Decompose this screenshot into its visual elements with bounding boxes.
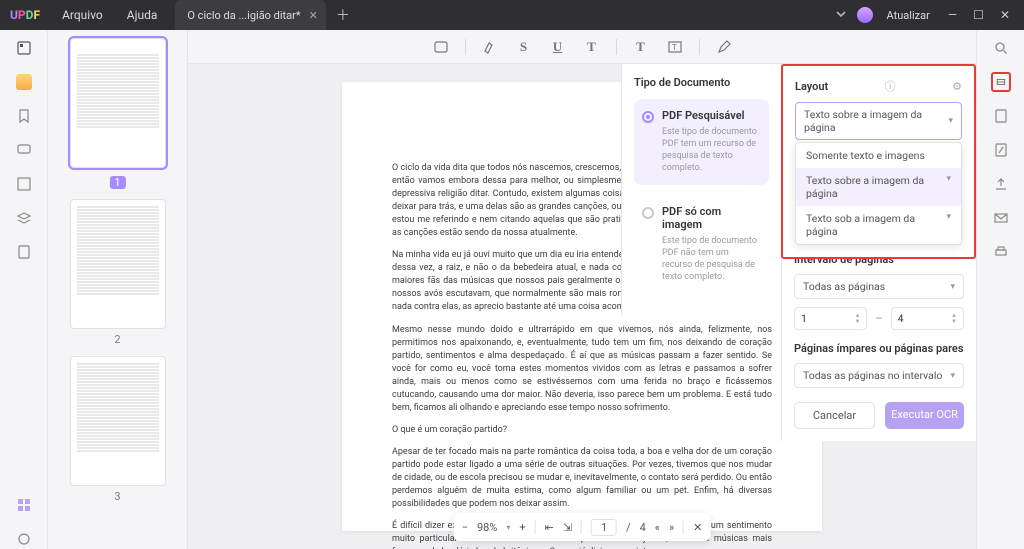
chevron-down-icon: ▾	[948, 116, 953, 126]
thumbnail-panel: 1 2 3	[48, 30, 188, 549]
pencil-icon[interactable]	[714, 39, 734, 55]
parity-heading: Páginas ímpares ou páginas pares	[794, 342, 964, 355]
grid-icon[interactable]	[14, 495, 34, 515]
jump-back-icon[interactable]: «	[655, 521, 660, 534]
range-select[interactable]: Todas as páginas▾	[794, 274, 964, 299]
layout-dropdown: Somente texto e imagens Texto sobre a im…	[795, 142, 962, 245]
add-tab-button[interactable]: ＋	[336, 5, 350, 25]
textbox-icon[interactable]: T	[665, 39, 685, 55]
fit-page-icon[interactable]: ⇲	[563, 521, 572, 534]
run-ocr-button[interactable]: Executar OCR	[885, 402, 964, 429]
text-icon[interactable]: T	[631, 39, 651, 55]
app-logo: UPDF	[0, 8, 50, 22]
menu-help[interactable]: Ajuda	[115, 8, 170, 22]
layout-heading: Layout	[795, 80, 828, 93]
doctype-imageonly[interactable]: PDF só com imagem Este tipo de documento…	[634, 195, 769, 294]
zoom-value: 98%	[477, 521, 497, 534]
annotation-toolbar: S U T T T	[188, 30, 976, 64]
strikethrough-icon[interactable]: S	[514, 39, 534, 55]
left-rail	[0, 30, 48, 549]
parity-select[interactable]: Todas as páginas no intervalo▾	[794, 363, 964, 388]
underline-icon[interactable]: U	[548, 39, 568, 55]
thumbnail-number-3: 3	[56, 490, 179, 503]
thumbnail-number-1: 1	[109, 176, 125, 189]
update-button[interactable]: Atualizar	[881, 7, 936, 24]
ocr-settings-panel: Detectar Resolução Ótima Intervalo de pá…	[781, 230, 976, 441]
range-from[interactable]: 1▲▼	[794, 307, 867, 330]
search-icon[interactable]	[991, 38, 1011, 58]
doctype-title: PDF Pesquisável	[662, 109, 757, 122]
cancel-button[interactable]: Cancelar	[794, 402, 875, 429]
squiggly-icon[interactable]: T	[582, 39, 602, 55]
page-total: 4	[640, 521, 646, 534]
thumbnail-1[interactable]	[70, 38, 166, 168]
status-bar: − 98% ▾ + ⇤ ⇲ 1 / 4 « » ✕	[454, 513, 711, 541]
layout-selected: Texto sobre a imagem da página	[804, 108, 948, 134]
layout-panel: Layout ⓘ ⚙ Texto sobre a imagem da págin…	[781, 64, 976, 259]
thumbnail-3[interactable]	[70, 356, 166, 486]
print-icon[interactable]	[991, 242, 1011, 262]
doctype-heading: Tipo de Documento	[634, 76, 769, 89]
center-pane: S U T T T O ciclo da vida dita que todos…	[188, 30, 976, 549]
clipboard-icon[interactable]	[14, 242, 34, 262]
paragraph: Apesar de ter focado mais na parte român…	[392, 446, 772, 511]
maximize-icon[interactable]: ☐	[969, 8, 988, 22]
doctype-panel: Tipo de Documento PDF Pesquisável Este t…	[621, 64, 781, 315]
thumbnails-icon[interactable]	[14, 38, 34, 58]
fit-width-icon[interactable]: ⇤	[545, 521, 554, 534]
layout-select[interactable]: Texto sobre a imagem da página ▾	[795, 102, 962, 140]
ocr-icon[interactable]	[991, 72, 1011, 92]
range-to[interactable]: 4▲▼	[891, 307, 964, 330]
thumbnail-number-2: 2	[56, 333, 179, 346]
zoom-in-icon[interactable]: +	[519, 521, 525, 534]
zoom-chevron-icon[interactable]: ▾	[506, 523, 510, 532]
highlight-icon[interactable]	[480, 39, 500, 55]
page-sep: /	[626, 521, 631, 534]
thumbnail-2[interactable]	[70, 199, 166, 329]
export-icon[interactable]	[991, 106, 1011, 126]
avatar[interactable]	[857, 7, 873, 23]
right-rail	[976, 30, 1024, 549]
comments-icon[interactable]	[14, 140, 34, 160]
gear-icon[interactable]: ⚙	[952, 80, 962, 93]
layout-option[interactable]: Texto sobre a imagem da página▾	[796, 168, 961, 206]
close-window-icon[interactable]: ✕	[996, 8, 1014, 22]
close-status-icon[interactable]: ✕	[693, 521, 702, 534]
tab-title: O ciclo da ...igião ditar*	[187, 9, 300, 22]
menu-file[interactable]: Arquivo	[50, 8, 115, 22]
document-tab[interactable]: O ciclo da ...igião ditar* ✕	[175, 0, 325, 30]
radio-icon	[642, 111, 654, 123]
radio-icon	[642, 207, 654, 219]
sparkle-icon[interactable]	[14, 72, 34, 92]
bookmark-icon[interactable]	[14, 106, 34, 126]
share-icon[interactable]	[991, 174, 1011, 194]
minimize-icon[interactable]: —	[944, 8, 961, 22]
layout-option[interactable]: Texto sob a imagem da página▾	[796, 206, 961, 244]
doctype-searchable[interactable]: PDF Pesquisável Este tipo de documento P…	[634, 99, 769, 185]
doctype-desc: Este tipo de documento PDF tem um recurs…	[662, 126, 757, 175]
attachments-icon[interactable]	[14, 174, 34, 194]
chevron-down-icon[interactable]	[833, 6, 849, 25]
help-icon[interactable]: ⓘ	[885, 78, 896, 94]
close-tab-icon[interactable]: ✕	[309, 9, 318, 22]
convert-icon[interactable]	[991, 140, 1011, 160]
jump-fwd-icon[interactable]: »	[669, 521, 674, 534]
mail-icon[interactable]	[991, 208, 1011, 228]
doctype-title: PDF só com imagem	[662, 205, 757, 231]
paragraph: O que é um coração partido?	[392, 424, 772, 437]
layout-option[interactable]: Somente texto e imagens	[796, 143, 961, 168]
page-current[interactable]: 1	[591, 519, 617, 536]
settings-icon[interactable]	[14, 529, 34, 549]
layers-icon[interactable]	[14, 208, 34, 228]
titlebar: UPDF Arquivo Ajuda O ciclo da ...igião d…	[0, 0, 1024, 30]
paragraph: Mesmo nesse mundo doido e ultrarrápido e…	[392, 324, 772, 415]
zoom-out-icon[interactable]: −	[462, 521, 468, 534]
doctype-desc: Este tipo de documento PDF não tem um re…	[662, 235, 757, 284]
svg-text:T: T	[672, 43, 677, 52]
range-dash: –	[875, 312, 882, 325]
note-icon[interactable]	[431, 39, 451, 55]
